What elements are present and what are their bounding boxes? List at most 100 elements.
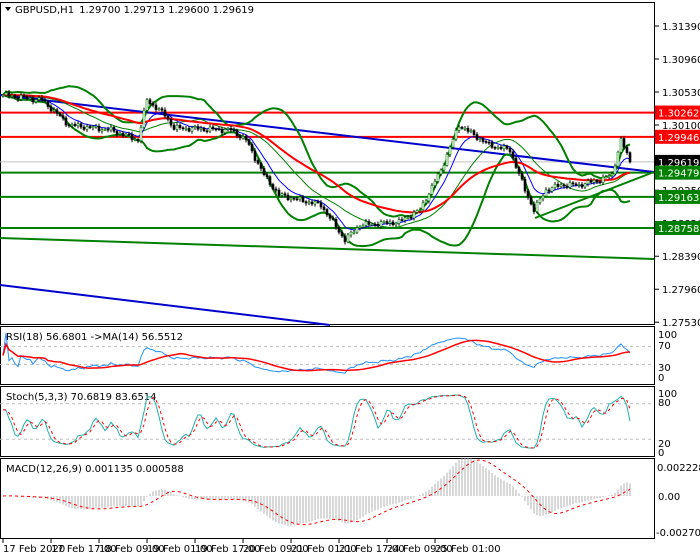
macd-axis-min: -0.002707: [656, 528, 700, 539]
candle-body: [385, 221, 389, 224]
stoch-label: Stoch(5,3,3) 70.6819 83.6514: [6, 392, 157, 403]
candle-body: [502, 145, 506, 150]
candle-body: [217, 128, 221, 131]
candle-body: [496, 146, 500, 149]
candle-body: [316, 201, 320, 203]
candle-body: [223, 129, 227, 133]
candle-body: [406, 216, 410, 219]
trading-chart[interactable]: GBPUSD,H1 1.29700 1.29713 1.29600 1.29619…: [0, 0, 700, 560]
candle-body: [577, 184, 581, 186]
candle-body: [355, 227, 359, 233]
candle-body: [595, 179, 599, 183]
candle-body: [199, 127, 203, 130]
candle-body: [292, 197, 296, 200]
candle-body: [112, 126, 116, 132]
candle-body: [43, 99, 47, 102]
candle-body: [427, 193, 431, 202]
candle-body: [628, 152, 632, 163]
symbol-ohlc-label: GBPUSD,H1 1.29700 1.29713 1.29600 1.29619: [15, 5, 254, 16]
candle-body: [70, 124, 74, 127]
candle-body: [493, 147, 497, 149]
macd-label: MACD(12,26,9) 0.001135 0.000588: [6, 464, 184, 475]
candle-body: [55, 109, 59, 114]
candle-body: [106, 128, 110, 131]
candle-body: [415, 210, 419, 213]
rsi-axis-70: 70: [658, 341, 671, 352]
candle-body: [430, 185, 434, 195]
macd-axis-zero: 0.00: [658, 492, 680, 503]
candle-body: [148, 99, 152, 105]
candle-body: [376, 224, 380, 227]
candle-body: [334, 219, 338, 228]
candle-body: [616, 151, 620, 167]
candle-body: [166, 115, 170, 120]
background: [0, 0, 700, 560]
candle-body: [469, 130, 473, 132]
candle-body: [103, 128, 107, 131]
candle-body: [346, 234, 350, 243]
candle-body: [442, 165, 446, 171]
candle-body: [460, 126, 464, 129]
candle-body: [601, 176, 605, 183]
candle-body: [553, 183, 557, 189]
candle-body: [466, 127, 470, 132]
candle-body: [451, 138, 455, 148]
candle-body: [388, 221, 392, 224]
candle-body: [1, 94, 5, 97]
candle-body: [76, 123, 80, 127]
candle-body: [475, 134, 479, 140]
candle-body: [37, 97, 41, 100]
candle-body: [49, 106, 53, 112]
candle-body: [310, 201, 314, 205]
price-axis-label: 1.28390: [662, 252, 700, 263]
candle-body: [328, 214, 332, 219]
candle-body: [358, 226, 362, 229]
candle-body: [322, 206, 326, 210]
price-tag-label: 1.29479: [658, 169, 699, 180]
candle-body: [280, 193, 284, 196]
candle-body: [535, 202, 539, 212]
candle-body: [298, 196, 302, 200]
candle-body: [226, 128, 230, 130]
candle-body: [286, 194, 290, 201]
candle-body: [490, 142, 494, 148]
stoch-axis-80: 80: [658, 398, 671, 409]
candle-body: [313, 201, 317, 205]
price-axis-label: 1.27530: [662, 318, 700, 329]
candle-body: [331, 217, 335, 220]
candle-body: [412, 211, 416, 219]
candle-body: [268, 176, 272, 185]
candle-body: [211, 126, 215, 130]
candle-body: [592, 179, 596, 183]
candle-body: [277, 189, 281, 196]
candle-body: [7, 92, 11, 97]
candle-body: [274, 188, 278, 191]
candle-body: [79, 123, 83, 128]
candle-body: [91, 126, 95, 129]
candle-body: [19, 95, 23, 100]
candle-body: [25, 96, 29, 99]
candle-body: [424, 200, 428, 204]
candle-body: [418, 209, 422, 211]
candle-body: [16, 97, 20, 100]
candle-body: [256, 160, 260, 164]
candle-body: [133, 139, 137, 141]
candle-body: [481, 138, 485, 142]
candle-body: [574, 183, 578, 186]
candle-body: [109, 126, 113, 131]
candle-body: [586, 180, 590, 185]
candle-body: [463, 127, 467, 130]
candle-body: [238, 135, 242, 139]
candle-body: [244, 136, 248, 141]
candle-body: [319, 202, 323, 208]
candle-body: [337, 227, 341, 233]
candle-body: [187, 128, 191, 132]
macd-axis-max: 0.002228: [657, 463, 700, 474]
candle-body: [343, 235, 347, 243]
candle-body: [373, 223, 377, 226]
candle-body: [247, 139, 251, 145]
candle-body: [568, 182, 572, 188]
candle-body: [514, 157, 518, 168]
time-axis-label: 25 Feb 01:00: [435, 544, 501, 555]
candle-body: [235, 130, 239, 137]
